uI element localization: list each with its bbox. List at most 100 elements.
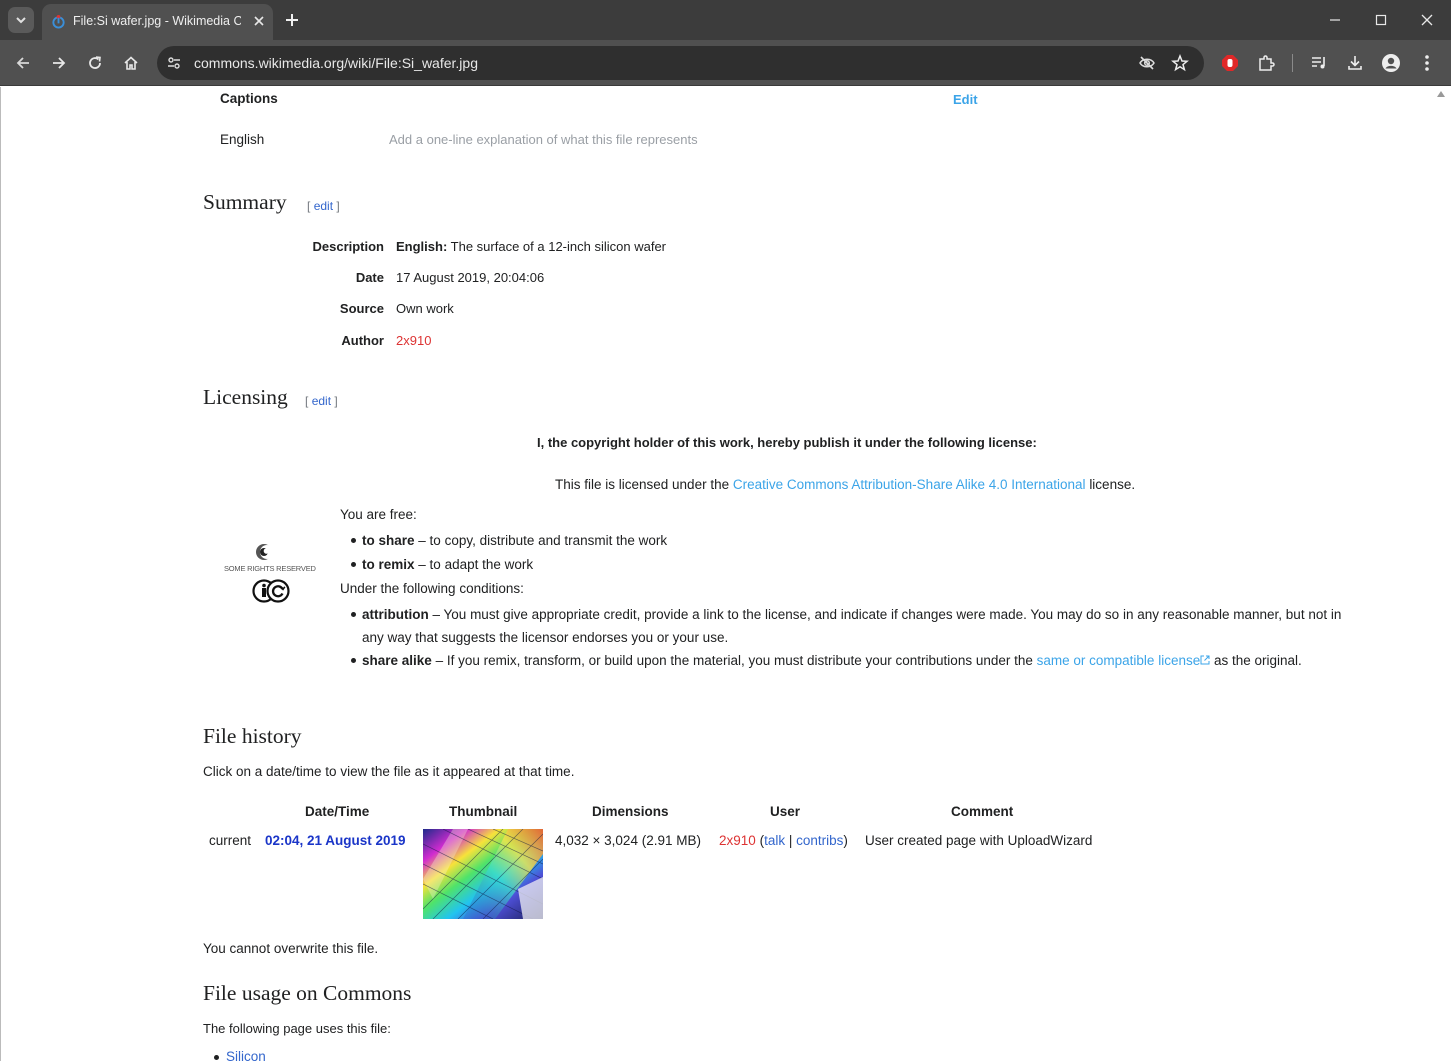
column-header-comment: Comment xyxy=(951,804,1014,819)
home-icon xyxy=(124,56,138,70)
reload-button[interactable] xyxy=(83,51,107,75)
cc-license-badge[interactable]: SOME RIGHTS RESERVED xyxy=(223,542,316,604)
free-item-share: to share – to copy, distribute and trans… xyxy=(362,533,667,548)
compatible-license-link[interactable]: same or compatible license xyxy=(1037,653,1201,668)
downloads-button[interactable] xyxy=(1344,52,1366,74)
arrow-left-icon xyxy=(16,57,29,69)
column-header-user: User xyxy=(770,804,801,819)
bracket-open: [ xyxy=(305,394,309,408)
creative-commons-icon xyxy=(252,544,290,603)
media-controls-button[interactable] xyxy=(1308,52,1330,74)
minimize-button[interactable] xyxy=(1323,8,1347,32)
close-icon xyxy=(254,16,264,26)
source-label: Source xyxy=(339,301,384,316)
site-info-button[interactable] xyxy=(165,54,183,72)
column-header-datetime: Date/Time xyxy=(305,804,370,819)
licensing-edit-section: [ edit ] xyxy=(305,394,338,408)
tune-icon xyxy=(168,57,180,69)
caption-input[interactable]: Add a one-line explanation of what this … xyxy=(389,132,698,147)
history-thumbnail[interactable] xyxy=(423,829,543,919)
tab-close-button[interactable] xyxy=(251,13,267,29)
license-link[interactable]: Creative Commons Attribution-Share Alike… xyxy=(733,477,1086,492)
overwrite-note: You cannot overwrite this file. xyxy=(203,941,379,956)
reload-icon xyxy=(89,56,101,69)
free-label: You are free: xyxy=(340,507,417,522)
scrollbar-up-arrow[interactable] xyxy=(1437,91,1445,97)
tab-search-button[interactable] xyxy=(8,7,34,33)
bullet xyxy=(351,612,356,617)
bookmark-star-button[interactable] xyxy=(1171,54,1189,72)
history-talk-link[interactable]: talk xyxy=(764,833,785,848)
term-share: to share xyxy=(362,533,415,548)
tab-title: File:Si wafer.jpg - Wikimedia Commons xyxy=(73,14,241,28)
sharealike-post: as the original. xyxy=(1213,653,1302,668)
minimize-icon xyxy=(1330,19,1340,21)
history-user-link[interactable]: 2x910 xyxy=(719,833,756,848)
maximize-button[interactable] xyxy=(1369,8,1393,32)
page-content: Captions Edit English Add a one-line exp… xyxy=(0,87,1451,1061)
download-icon xyxy=(1348,56,1362,70)
term-attribution: attribution xyxy=(362,607,429,622)
term-sharealike: share alike xyxy=(362,653,432,668)
history-contribs-link[interactable]: contribs xyxy=(796,833,843,848)
usage-page-link[interactable]: Silicon xyxy=(226,1049,266,1061)
description-value: English: The surface of a 12-inch silico… xyxy=(396,239,666,254)
column-header-dimensions: Dimensions xyxy=(592,804,669,819)
menu-button[interactable] xyxy=(1416,52,1438,74)
tab-active[interactable]: File:Si wafer.jpg - Wikimedia Commons xyxy=(42,4,273,40)
extension-adblock-button[interactable] xyxy=(1219,52,1241,74)
history-dimensions: 4,032 × 3,024 (2.91 MB) xyxy=(555,833,701,848)
file-usage-note: The following page uses this file: xyxy=(203,1021,391,1036)
avatar-icon xyxy=(1382,54,1400,72)
forward-button[interactable] xyxy=(47,51,71,75)
close-window-button[interactable] xyxy=(1415,8,1439,32)
summary-edit-section: [ edit ] xyxy=(307,199,340,213)
stop-hand-icon xyxy=(1222,55,1238,71)
free-item-remix: to remix – to adapt the work xyxy=(362,557,533,572)
description-text: The surface of a 12-inch silicon wafer xyxy=(450,239,666,254)
url-text[interactable]: commons.wikimedia.org/wiki/File:Si_wafer… xyxy=(194,55,478,71)
file-usage-heading: File usage on Commons xyxy=(203,981,412,1005)
licensing-edit-link[interactable]: edit xyxy=(312,394,331,408)
description-lang: English: xyxy=(396,239,448,254)
tracking-protection-button[interactable] xyxy=(1138,54,1156,72)
condition-sharealike: share alike – If you remix, transform, o… xyxy=(362,653,1302,668)
captions-edit-button[interactable]: Edit xyxy=(953,92,978,107)
desc-attribution-1: – You must give appropriate credit, prov… xyxy=(432,607,1342,622)
new-tab-button[interactable] xyxy=(281,9,303,31)
caption-language: English xyxy=(220,132,265,147)
author-link[interactable]: 2x910 xyxy=(396,333,431,348)
puzzle-icon xyxy=(1259,55,1275,71)
bullet xyxy=(351,658,356,663)
wafer-thumbnail-image xyxy=(423,829,543,919)
external-link-icon xyxy=(1200,655,1210,665)
history-status: current xyxy=(209,833,252,848)
column-header-thumbnail: Thumbnail xyxy=(449,804,518,819)
condition-attribution: attribution – You must give appropriate … xyxy=(362,607,1341,622)
extensions-button[interactable] xyxy=(1255,52,1277,74)
back-button[interactable] xyxy=(11,51,35,75)
bracket-close: ] xyxy=(336,199,340,213)
history-comment: User created page with UploadWizard xyxy=(865,833,1093,848)
profile-button[interactable] xyxy=(1380,52,1402,74)
desc-sharealike: – If you remix, transform, or build upon… xyxy=(435,653,1033,668)
arrow-right-icon xyxy=(53,57,66,69)
source-value: Own work xyxy=(396,301,454,316)
file-history-heading: File history xyxy=(203,724,302,748)
address-bar[interactable]: commons.wikimedia.org/wiki/File:Si_wafer… xyxy=(157,46,1204,80)
file-history-note: Click on a date/time to view the file as… xyxy=(203,764,575,779)
license-pre: This file is licensed under the xyxy=(555,477,730,492)
home-button[interactable] xyxy=(119,51,143,75)
browser-toolbar: commons.wikimedia.org/wiki/File:Si_wafer… xyxy=(0,40,1451,86)
author-label: Author xyxy=(341,333,384,348)
desc-attribution-2: any way that suggests the licensor endor… xyxy=(362,630,729,645)
toolbar-separator xyxy=(1292,54,1293,72)
history-datetime-link[interactable]: 02:04, 21 August 2019 xyxy=(265,833,406,848)
more-vertical-icon xyxy=(1425,55,1429,71)
desc-share: – to copy, distribute and transmit the w… xyxy=(418,533,668,548)
license-post: license. xyxy=(1089,477,1136,492)
summary-edit-link[interactable]: edit xyxy=(314,199,333,213)
bracket-open: [ xyxy=(307,199,311,213)
queue-music-icon xyxy=(1312,57,1325,69)
desc-remix: – to adapt the work xyxy=(418,557,534,572)
